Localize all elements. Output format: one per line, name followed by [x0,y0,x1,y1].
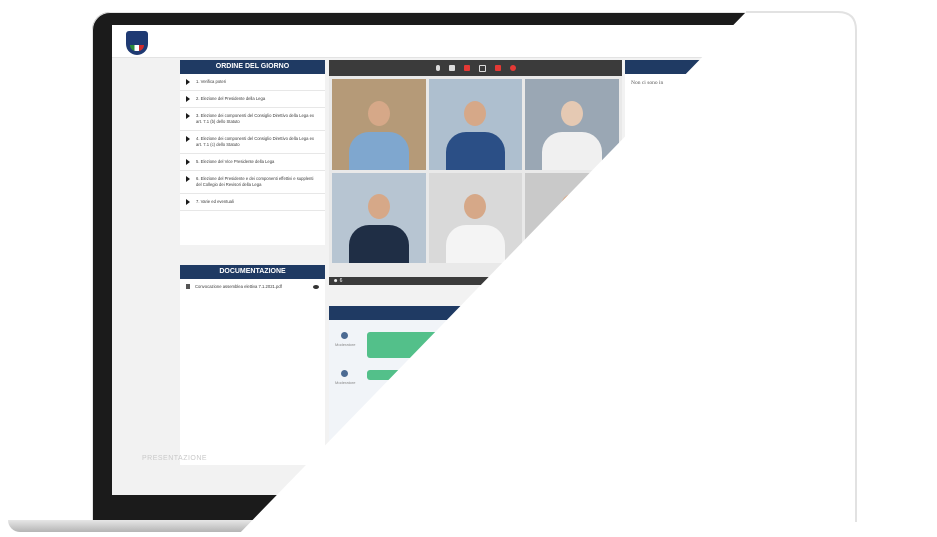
agenda-item[interactable]: 6. Elezione del Presidente e dei compone… [180,171,325,194]
agenda-panel: ORDINE DEL GIORNO 1. Verifica poteri 2. … [180,60,325,245]
communications-panel: COM Moderatore Moderatore [329,306,622,441]
avatar: Moderatore [335,370,356,385]
agenda-item[interactable]: 5. Elezione del Vice Presidente della Le… [180,154,325,171]
avatar: Moderatore [335,332,356,347]
participant-tile[interactable] [332,79,426,170]
play-icon [186,136,190,142]
hand-raise-icon[interactable] [494,65,501,71]
app-screen: ORDINE DEL GIORNO 1. Verifica poteri 2. … [112,25,840,495]
file-icon [186,284,190,289]
message-bubble [367,370,407,380]
eye-icon[interactable] [313,284,319,289]
play-icon [186,79,190,85]
interventions-panel: INTE Non ci sono in [625,60,840,260]
agenda-item[interactable]: 3. Elezione dei componenti del Consiglio… [180,108,325,131]
play-icon [186,176,190,182]
video-toolbar [329,60,622,76]
message-bubble [367,332,457,358]
user-icon [340,370,348,377]
participant-tile[interactable] [428,172,523,263]
participant-tile[interactable] [332,172,426,263]
play-icon [186,159,190,165]
participant-tile[interactable] [525,79,619,170]
top-bar [112,25,840,58]
communications-title: COM [329,306,622,320]
play-icon [186,113,190,119]
video-grid [329,76,622,266]
fullscreen-icon[interactable] [478,64,486,72]
play-icon [186,199,190,205]
presentation-label: PRESENTAZIONE [142,455,208,462]
agenda-item[interactable]: 4. Elezione dei componenti del Consiglio… [180,131,325,154]
agenda-item[interactable]: 1. Verifica poteri [180,74,325,91]
participants-count: 6 [339,278,343,284]
play-icon [186,96,190,102]
interventions-empty-text: Non ci sono in [631,80,664,86]
settings-icon[interactable] [509,65,516,71]
documentation-panel: DOCUMENTAZIONE Convocazione assemblea el… [180,265,325,465]
video-panel: ☻ 6 [329,60,622,285]
agenda-item[interactable]: 7. Varie ed eventuali [180,194,325,211]
camera-icon[interactable] [448,65,455,71]
league-logo[interactable] [126,31,148,55]
message: Moderatore [335,370,622,385]
laptop-notch [395,520,555,525]
participant-tile[interactable] [428,79,523,170]
participants-status: ☻ 6 [329,277,622,285]
message: Moderatore [335,332,622,358]
documentation-title: DOCUMENTAZIONE [180,265,325,279]
interventions-title: INTE [625,60,840,74]
participant-tile[interactable] [525,172,619,263]
document-filename: Convocazione assemblea elettiva 7.1.2021… [195,284,282,289]
message-sender: Moderatore [335,342,356,347]
camera-off-icon[interactable] [463,65,470,71]
user-icon [340,332,348,339]
message-sender: Moderatore [335,380,356,385]
document-row[interactable]: Convocazione assemblea elettiva 7.1.2021… [180,279,325,294]
agenda-item[interactable]: 2. Elezione del Presidente della Lega [180,91,325,108]
microphone-icon[interactable] [435,65,440,71]
agenda-title: ORDINE DEL GIORNO [180,60,325,74]
